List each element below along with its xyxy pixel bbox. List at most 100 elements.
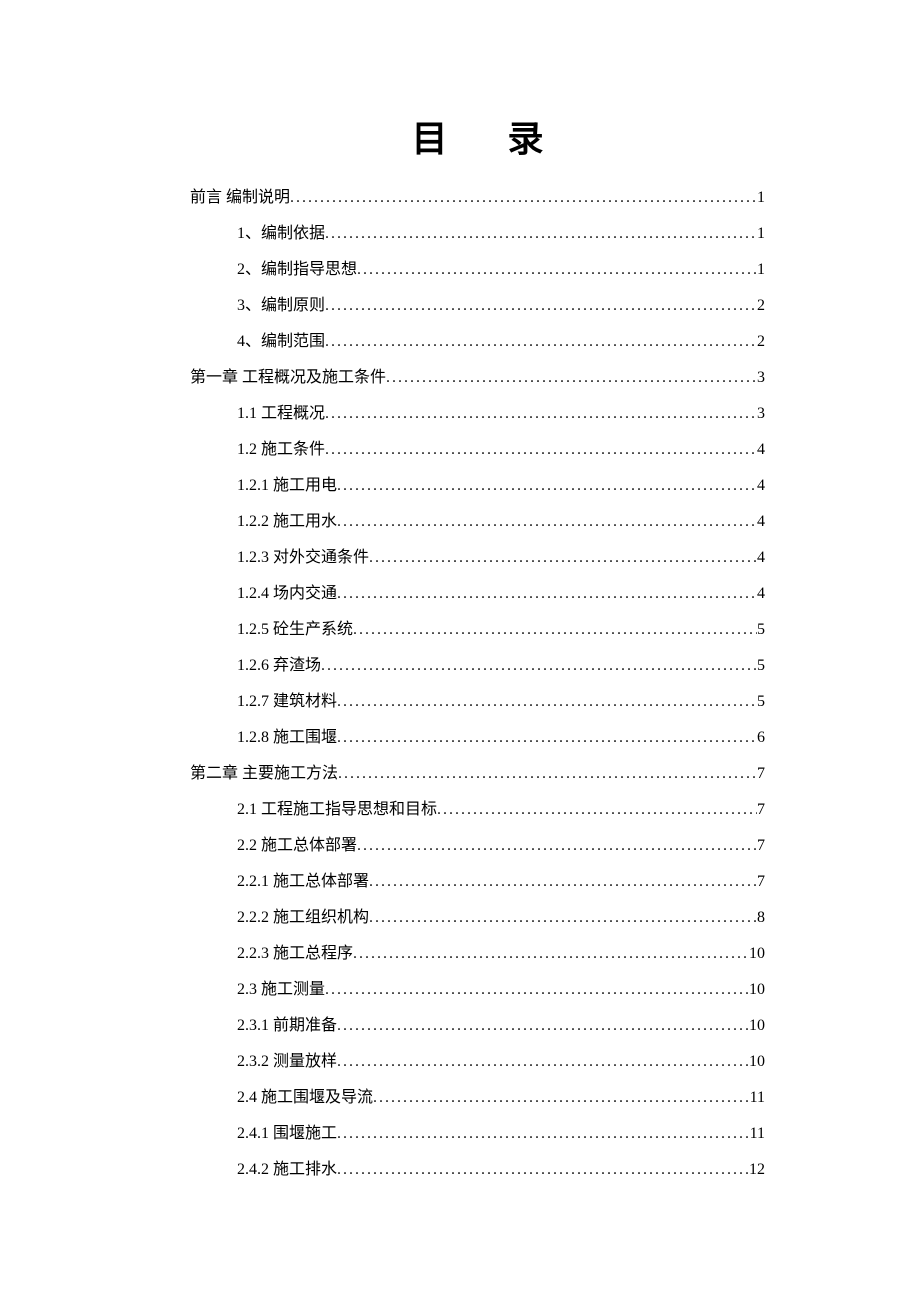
toc-entry: 1.2.3 对外交通条件 4 <box>190 550 765 566</box>
toc-entry: 2.3.2 测量放样 10 <box>190 1054 765 1070</box>
toc-entry: 前言 编制说明1 <box>190 190 765 206</box>
toc-entry: 2.4.1 围堰施工 11 <box>190 1126 765 1142</box>
toc-leader-dots <box>337 1162 749 1178</box>
toc-entry-page: 7 <box>757 802 765 818</box>
toc-entry: 2.4.2 施工排水 12 <box>190 1162 765 1178</box>
toc-entry-label: 1、编制依据 <box>237 226 325 242</box>
toc-entry-label: 1.2.6 弃渣场 <box>237 658 321 674</box>
toc-entry-page: 10 <box>749 982 765 998</box>
toc-entry-page: 11 <box>750 1126 765 1142</box>
toc-leader-dots <box>325 226 757 242</box>
toc-entry-label: 2.4.2 施工排水 <box>237 1162 337 1178</box>
toc-leader-dots <box>353 946 749 962</box>
table-of-contents: 前言 编制说明1 1、编制依据1 2、编制指导思想 1 3、编制原则 2 4、编制范围 2 第一… <box>190 190 765 1178</box>
toc-entry: 第二章 主要施工方法 7 <box>190 766 765 782</box>
toc-entry-label: 1.2.2 施工用水 <box>237 514 337 530</box>
toc-entry-page: 5 <box>757 658 765 674</box>
toc-entry-label: 2.3.1 前期准备 <box>237 1018 337 1034</box>
toc-leader-dots <box>337 730 757 746</box>
toc-entry-label: 2.4.1 围堰施工 <box>237 1126 337 1142</box>
toc-entry: 1.2.1 施工用电 4 <box>190 478 765 494</box>
toc-entry-page: 4 <box>757 478 765 494</box>
toc-entry-label: 2、编制指导思想 <box>237 262 357 278</box>
toc-entry-label: 2.3 施工测量 <box>237 982 325 998</box>
toc-entry-page: 3 <box>757 406 765 422</box>
toc-entry: 1.2.4 场内交通 4 <box>190 586 765 602</box>
toc-leader-dots <box>337 586 757 602</box>
toc-leader-dots <box>337 1054 749 1070</box>
toc-entry-page: 10 <box>749 1054 765 1070</box>
toc-leader-dots <box>337 478 757 494</box>
toc-entry: 1.1 工程概况 3 <box>190 406 765 422</box>
page-title: 目录 <box>190 110 765 162</box>
toc-entry-label: 2.2 施工总体部署 <box>237 838 357 854</box>
toc-leader-dots <box>369 910 757 926</box>
toc-leader-dots <box>437 802 757 818</box>
toc-leader-dots <box>321 658 757 674</box>
toc-entry-page: 7 <box>757 766 765 782</box>
toc-entry-page: 1 <box>757 262 765 278</box>
toc-entry: 2.3 施工测量 10 <box>190 982 765 998</box>
toc-entry: 2.2.1 施工总体部署7 <box>190 874 765 890</box>
toc-leader-dots <box>337 1126 750 1142</box>
toc-entry-page: 7 <box>757 838 765 854</box>
toc-entry-label: 第二章 主要施工方法 <box>190 766 338 782</box>
toc-entry-label: 2.3.2 测量放样 <box>237 1054 337 1070</box>
toc-leader-dots <box>353 622 757 638</box>
toc-entry-label: 2.4 施工围堰及导流 <box>237 1090 373 1106</box>
toc-entry: 第一章 工程概况及施工条件 3 <box>190 370 765 386</box>
toc-entry-label: 1.2 施工条件 <box>237 442 325 458</box>
toc-entry-label: 1.2.8 施工围堰 <box>237 730 337 746</box>
toc-leader-dots <box>325 442 757 458</box>
toc-entry-page: 7 <box>757 874 765 890</box>
toc-leader-dots <box>357 838 757 854</box>
toc-entry-page: 5 <box>757 622 765 638</box>
toc-entry: 2.2.3 施工总程序 10 <box>190 946 765 962</box>
toc-entry-page: 4 <box>757 550 765 566</box>
toc-entry-page: 8 <box>757 910 765 926</box>
toc-entry-page: 4 <box>757 514 765 530</box>
toc-entry: 1.2.7 建筑材料5 <box>190 694 765 710</box>
toc-entry-page: 2 <box>757 298 765 314</box>
toc-entry-label: 4、编制范围 <box>237 334 325 350</box>
toc-entry-label: 1.2.1 施工用电 <box>237 478 337 494</box>
toc-entry-page: 3 <box>757 370 765 386</box>
toc-entry-page: 12 <box>749 1162 765 1178</box>
toc-entry-page: 4 <box>757 586 765 602</box>
toc-leader-dots <box>337 1018 749 1034</box>
toc-entry: 1.2 施工条件4 <box>190 442 765 458</box>
toc-entry: 1.2.8 施工围堰6 <box>190 730 765 746</box>
toc-entry: 1.2.2 施工用水 4 <box>190 514 765 530</box>
toc-leader-dots <box>369 874 757 890</box>
toc-entry: 1、编制依据1 <box>190 226 765 242</box>
toc-entry-label: 第一章 工程概况及施工条件 <box>190 370 386 386</box>
toc-entry-page: 5 <box>757 694 765 710</box>
toc-leader-dots <box>325 334 757 350</box>
toc-entry: 2.4 施工围堰及导流 11 <box>190 1090 765 1106</box>
toc-entry-label: 1.1 工程概况 <box>237 406 325 422</box>
toc-entry-label: 1.2.4 场内交通 <box>237 586 337 602</box>
toc-entry-label: 1.2.5 砼生产系统 <box>237 622 353 638</box>
toc-leader-dots <box>325 982 749 998</box>
toc-entry-page: 10 <box>749 946 765 962</box>
toc-entry-page: 10 <box>749 1018 765 1034</box>
toc-entry-label: 2.2.2 施工组织机构 <box>237 910 369 926</box>
toc-entry: 2.3.1 前期准备 10 <box>190 1018 765 1034</box>
toc-entry: 1.2.6 弃渣场 5 <box>190 658 765 674</box>
toc-leader-dots <box>337 694 757 710</box>
toc-entry-label: 2.1 工程施工指导思想和目标 <box>237 802 437 818</box>
toc-entry: 2、编制指导思想 1 <box>190 262 765 278</box>
toc-leader-dots <box>357 262 757 278</box>
toc-entry: 2.2 施工总体部署 7 <box>190 838 765 854</box>
toc-leader-dots <box>325 298 757 314</box>
toc-entry-label: 2.2.3 施工总程序 <box>237 946 353 962</box>
toc-entry: 4、编制范围 2 <box>190 334 765 350</box>
toc-entry-label: 1.2.3 对外交通条件 <box>237 550 369 566</box>
toc-leader-dots <box>369 550 757 566</box>
toc-leader-dots <box>325 406 757 422</box>
toc-leader-dots <box>337 514 757 530</box>
toc-entry-label: 3、编制原则 <box>237 298 325 314</box>
toc-entry: 2.1 工程施工指导思想和目标 7 <box>190 802 765 818</box>
toc-leader-dots <box>373 1090 750 1106</box>
toc-entry-page: 2 <box>757 334 765 350</box>
